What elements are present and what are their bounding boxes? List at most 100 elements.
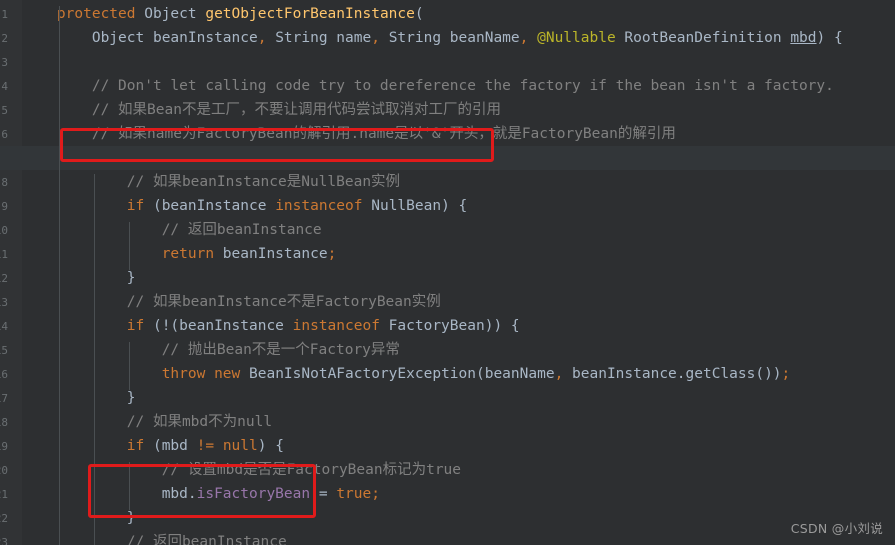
- indent-guide: [128, 342, 130, 390]
- code-token: Object: [144, 6, 206, 22]
- code-line[interactable]: // 如果mbd不为null: [0, 410, 895, 434]
- code-token: RootBeanDefinition: [615, 30, 782, 46]
- indent-guide: [93, 174, 95, 545]
- code-token: (: [414, 6, 424, 22]
- code-token: beanInstance: [214, 246, 328, 262]
- code-line-text: // 如果mbd不为null: [0, 410, 272, 434]
- code-line-text: throw new BeanIsNotAFactoryException(bea…: [0, 362, 791, 386]
- code-line[interactable]: if (mbd != null) {: [0, 434, 895, 458]
- code-line-text: mbd.isFactoryBean = true;: [0, 482, 380, 506]
- code-token: instanceof: [292, 318, 380, 334]
- code-token: beanInstance: [144, 30, 258, 46]
- code-line-text: if (beanInstance instanceof NullBean) {: [0, 194, 468, 218]
- code-token: !=: [196, 438, 215, 454]
- code-line[interactable]: mbd.isFactoryBean = true;: [0, 482, 895, 506]
- code-line-text: // 设置mbd是否是FactoryBean标记为true: [0, 458, 461, 482]
- code-line-text: // 如果Bean不是工厂，不要让调用代码尝试取消对工厂的引用: [0, 98, 501, 122]
- code-line-text: // 如果beanInstance是NullBean实例: [0, 170, 400, 194]
- code-token: (beanInstance: [144, 198, 276, 214]
- code-token: (!(beanInstance: [144, 318, 293, 334]
- code-token: isFactoryBean: [196, 486, 311, 502]
- code-line-text: if (mbd != null) {: [0, 434, 284, 458]
- code-token: // 设置mbd是否是FactoryBean标记为true: [161, 462, 462, 478]
- code-line[interactable]: // 抛出Bean不是一个Factory异常: [0, 338, 895, 362]
- code-token: ) {: [257, 438, 284, 454]
- code-token: // 如果Bean不是工厂，不要让调用代码尝试取消对工厂的引用: [91, 102, 501, 118]
- code-line[interactable]: return beanInstance;: [0, 242, 895, 266]
- code-token: beanInstance.getClass()): [563, 366, 782, 382]
- code-token: // 如果beanInstance是NullBean实例: [126, 174, 401, 190]
- code-token: protected: [56, 6, 145, 22]
- code-line[interactable]: throw new BeanIsNotAFactoryException(bea…: [0, 362, 895, 386]
- code-token: Object: [91, 30, 145, 46]
- code-line-text: Object beanInstance, String name, String…: [0, 26, 843, 50]
- code-token: ,: [554, 366, 564, 382]
- code-token: new: [214, 366, 241, 382]
- code-line[interactable]: }: [0, 386, 895, 410]
- code-token: ,: [371, 30, 380, 46]
- current-line-highlight: [0, 146, 895, 170]
- indent-guide: [128, 462, 130, 510]
- code-line-text: // 返回beanInstance: [0, 218, 322, 242]
- code-token: beanName: [441, 30, 520, 46]
- code-token: true: [336, 486, 372, 502]
- code-line[interactable]: [0, 50, 895, 74]
- code-line[interactable]: }: [0, 266, 895, 290]
- code-line[interactable]: // 返回beanInstance: [0, 218, 895, 242]
- code-line[interactable]: // 设置mbd是否是FactoryBean标记为true: [0, 458, 895, 482]
- code-line[interactable]: Object beanInstance, String name, String…: [0, 26, 895, 50]
- code-token: if: [126, 198, 145, 214]
- code-editor-view: 1234567891011121314151617181920212223242…: [0, 0, 895, 545]
- code-token: String: [379, 30, 442, 46]
- code-line-text: // Don't let calling code try to derefer…: [0, 74, 834, 98]
- code-line[interactable]: if (beanInstance instanceof NullBean) {: [0, 194, 895, 218]
- code-token: if: [126, 438, 145, 454]
- code-token: ;: [371, 486, 380, 502]
- code-line-text: }: [0, 386, 136, 410]
- code-token: mbd.: [161, 486, 197, 502]
- code-line[interactable]: if (!(beanInstance instanceof FactoryBea…: [0, 314, 895, 338]
- code-token: ;: [781, 366, 791, 382]
- code-line-text: }: [0, 506, 136, 530]
- code-token: // Don't let calling code try to derefer…: [91, 78, 834, 94]
- code-token: // 返回beanInstance: [161, 222, 322, 238]
- code-token: // 返回beanInstance: [126, 534, 287, 545]
- code-token: @Nullable: [528, 30, 616, 46]
- code-line[interactable]: // 如果beanInstance是NullBean实例: [0, 170, 895, 194]
- code-token: throw: [161, 366, 206, 382]
- code-token: mbd: [790, 30, 817, 46]
- code-line[interactable]: // 如果beanInstance不是FactoryBean实例: [0, 290, 895, 314]
- code-token: instanceof: [275, 198, 363, 214]
- code-token: getObjectForBeanInstance: [205, 6, 415, 22]
- code-line[interactable]: protected Object getObjectForBeanInstanc…: [0, 2, 895, 26]
- code-token: NullBean) {: [362, 198, 468, 214]
- code-line[interactable]: // 返回beanInstance: [0, 530, 895, 545]
- code-line-text: return beanInstance;: [0, 242, 337, 266]
- code-line-text: // 如果beanInstance不是FactoryBean实例: [0, 290, 441, 314]
- code-line-text: if (!(beanInstance instanceof FactoryBea…: [0, 314, 520, 338]
- code-line[interactable]: }: [0, 506, 895, 530]
- code-token: ;: [327, 246, 337, 262]
- code-content-area[interactable]: protected Object getObjectForBeanInstanc…: [0, 0, 895, 545]
- code-token: // 如果beanInstance不是FactoryBean实例: [126, 294, 441, 310]
- indent-guide: [58, 6, 60, 545]
- code-token: BeanIsNotAFactoryException(beanName: [240, 366, 555, 382]
- code-token: if: [126, 318, 145, 334]
- code-token: return: [161, 246, 215, 262]
- code-token: }: [126, 510, 136, 526]
- code-token: ) {: [816, 30, 843, 46]
- code-token: // 抛出Bean不是一个Factory异常: [161, 342, 400, 358]
- code-token: String: [266, 30, 328, 46]
- csdn-watermark: CSDN @小刘说: [790, 521, 883, 536]
- code-line-text: }: [0, 266, 136, 290]
- code-line[interactable]: // 如果Bean不是工厂，不要让调用代码尝试取消对工厂的引用: [0, 98, 895, 122]
- code-token: // 如果mbd不为null: [126, 414, 273, 430]
- code-token: }: [126, 390, 136, 406]
- code-token: name: [327, 30, 372, 46]
- code-line[interactable]: // 如果name为FactoryBean的解引用.name是以'&'开头，就是…: [0, 122, 895, 146]
- code-line[interactable]: // Don't let calling code try to derefer…: [0, 74, 895, 98]
- code-token: =: [310, 486, 337, 502]
